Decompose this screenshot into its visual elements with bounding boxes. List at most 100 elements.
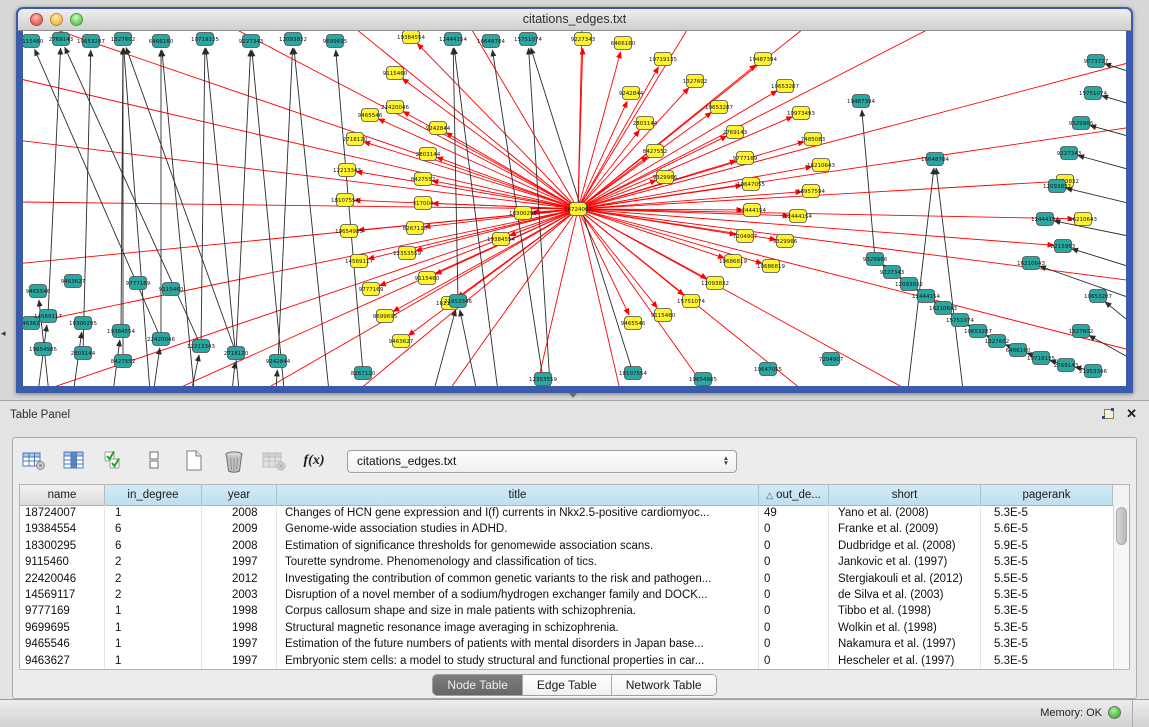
citation-edge-black[interactable] xyxy=(1102,96,1126,111)
graph-node[interactable]: 9329966 xyxy=(863,253,888,266)
close-panel-icon[interactable]: ✕ xyxy=(1126,408,1137,420)
citation-edge-red[interactable] xyxy=(23,31,578,209)
graph-node[interactable]: 19487394 xyxy=(847,95,875,108)
graph-node[interactable]: 8427552 xyxy=(411,173,436,186)
citation-edge-red[interactable] xyxy=(402,78,578,209)
graph-node[interactable]: 9463627 xyxy=(389,335,414,348)
table-cell[interactable]: 1997 xyxy=(202,554,277,570)
graph-node[interactable]: 12093832 xyxy=(279,33,307,46)
table-row[interactable]: 911546021997Tourette syndrome. Phenomeno… xyxy=(20,554,1113,570)
citation-edge-red[interactable] xyxy=(23,61,578,209)
table-mode-icon[interactable] xyxy=(21,448,47,474)
table-cell[interactable]: Embryonic stem cells: a model to study s… xyxy=(277,653,759,669)
table-cell[interactable]: Yano et al. (2008) xyxy=(829,505,981,521)
graph-node[interactable]: 2803144 xyxy=(71,347,96,360)
table-cell[interactable]: 19384554 xyxy=(20,521,105,537)
graph-node[interactable]: 10719135 xyxy=(1027,352,1055,365)
citation-edge-red[interactable] xyxy=(578,209,633,386)
citation-edge-red[interactable] xyxy=(578,142,804,209)
graph-node[interactable]: 18300295 xyxy=(69,317,97,330)
graph-node[interactable]: 9465546 xyxy=(26,285,51,298)
table-cell[interactable]: 0 xyxy=(759,620,829,636)
graph-node[interactable]: 19654985 xyxy=(29,343,57,356)
column-header-short[interactable]: short xyxy=(829,485,981,505)
citation-edge-black[interactable] xyxy=(126,47,236,353)
graph-node[interactable]: 1327602 xyxy=(111,33,136,46)
table-row[interactable]: 977716911998Corpus callosum shape and si… xyxy=(20,603,1113,619)
citation-edge-red[interactable] xyxy=(578,209,743,386)
graph-node[interactable]: 12444154 xyxy=(784,210,812,223)
graph-node[interactable]: 15751074 xyxy=(1079,87,1107,100)
table-row[interactable]: 2242004622012Investigating the contribut… xyxy=(20,571,1113,587)
citation-edge-red[interactable] xyxy=(578,121,1126,209)
table-cell[interactable]: 5.9E-5 xyxy=(981,538,1113,554)
graph-node[interactable]: 12093832 xyxy=(895,278,923,291)
table-cell[interactable]: 6 xyxy=(105,521,202,537)
citation-edge-red[interactable] xyxy=(578,209,853,386)
table-cell[interactable]: 1 xyxy=(105,620,202,636)
graph-node[interactable]: 16210643 xyxy=(1017,257,1045,270)
table-cell[interactable]: Changes of HCN gene expression and I(f) … xyxy=(277,505,759,521)
graph-node[interactable]: 10719135 xyxy=(191,33,219,46)
table-cell[interactable]: Stergiakouli et al. (2012) xyxy=(829,571,981,587)
graph-node[interactable]: 15751074 xyxy=(514,33,542,46)
graph-node[interactable]: 19384554 xyxy=(107,325,135,338)
table-cell[interactable]: 1997 xyxy=(202,653,277,669)
graph-node[interactable]: 2803144 xyxy=(416,148,441,161)
table-row[interactable]: 946554611997Estimation of the future num… xyxy=(20,636,1113,652)
create-column-icon[interactable] xyxy=(181,448,207,474)
table-cell[interactable]: 2008 xyxy=(202,505,277,521)
table-cell[interactable]: Wolkin et al. (1998) xyxy=(829,620,981,636)
citation-edge-red[interactable] xyxy=(457,209,578,298)
citation-edge-black[interactable] xyxy=(1066,188,1126,209)
graph-node[interactable]: 2803144 xyxy=(633,117,658,130)
column-header-out_de[interactable]: △out_de... xyxy=(759,485,829,505)
graph-node[interactable]: 9329966 xyxy=(773,235,798,248)
table-cell[interactable]: 2012 xyxy=(202,571,277,587)
citation-edge-black[interactable] xyxy=(236,50,251,353)
citation-edge-red[interactable] xyxy=(578,209,1074,219)
citation-edge-black[interactable] xyxy=(460,310,485,386)
table-cell[interactable]: 14569117 xyxy=(20,587,105,603)
table-cell[interactable]: Estimation of significance thresholds fo… xyxy=(277,538,759,554)
graph-node[interactable]: 16210643 xyxy=(807,159,835,172)
table-cell[interactable]: 2009 xyxy=(202,521,277,537)
graph-node[interactable]: 2718120 xyxy=(343,133,368,146)
citation-edge-red[interactable] xyxy=(23,131,578,209)
graph-node[interactable]: 12213343 xyxy=(333,164,361,177)
delete-table-icon[interactable] xyxy=(261,448,287,474)
table-cell[interactable]: Jankovic et al. (1997) xyxy=(829,554,981,570)
graph-node[interactable]: 9777169 xyxy=(126,277,151,290)
citation-edge-black[interactable] xyxy=(903,168,934,386)
graph-node[interactable]: 8427552 xyxy=(111,355,136,368)
citation-edge-red[interactable] xyxy=(578,31,863,209)
graph-node[interactable]: 10653287 xyxy=(771,80,799,93)
column-header-title[interactable]: title xyxy=(277,485,759,505)
table-cell[interactable]: 2 xyxy=(105,587,202,603)
citation-edge-red[interactable] xyxy=(578,209,684,295)
citation-edge-black[interactable] xyxy=(252,50,288,386)
table-cell[interactable]: 49 xyxy=(759,505,829,521)
table-cell[interactable]: Tibbo et al. (1998) xyxy=(829,603,981,619)
graph-node[interactable]: 6466160 xyxy=(611,37,636,50)
graph-node[interactable]: 9465546 xyxy=(621,317,646,330)
graph-node[interactable]: 6466160 xyxy=(149,35,174,48)
table-cell[interactable]: 5.3E-5 xyxy=(981,505,1113,521)
table-vertical-scrollbar[interactable] xyxy=(1113,505,1129,669)
table-cell[interactable]: 5.6E-5 xyxy=(981,521,1113,537)
citation-edge-black[interactable] xyxy=(453,48,458,301)
graph-node[interactable]: 19654985 xyxy=(689,373,717,386)
graph-node[interactable]: 9329966 xyxy=(1069,117,1094,130)
float-panel-icon[interactable] xyxy=(1102,408,1114,420)
table-cell[interactable]: 1 xyxy=(105,505,202,521)
citation-edge-red[interactable] xyxy=(432,181,578,209)
table-cell[interactable]: Disruption of a novel member of a sodium… xyxy=(277,587,759,603)
table-cell[interactable]: 2003 xyxy=(202,587,277,603)
network-window-titlebar[interactable]: citations_edges.txt xyxy=(18,9,1131,31)
table-cell[interactable]: 1998 xyxy=(202,603,277,619)
table-row[interactable]: 1456911722003Disruption of a novel membe… xyxy=(20,587,1113,603)
graph-node[interactable]: 10686819 xyxy=(757,260,785,273)
table-cell[interactable]: 9115460 xyxy=(20,554,105,570)
graph-node[interactable]: 9777169 xyxy=(359,283,384,296)
citation-edge-black[interactable] xyxy=(1090,125,1126,143)
